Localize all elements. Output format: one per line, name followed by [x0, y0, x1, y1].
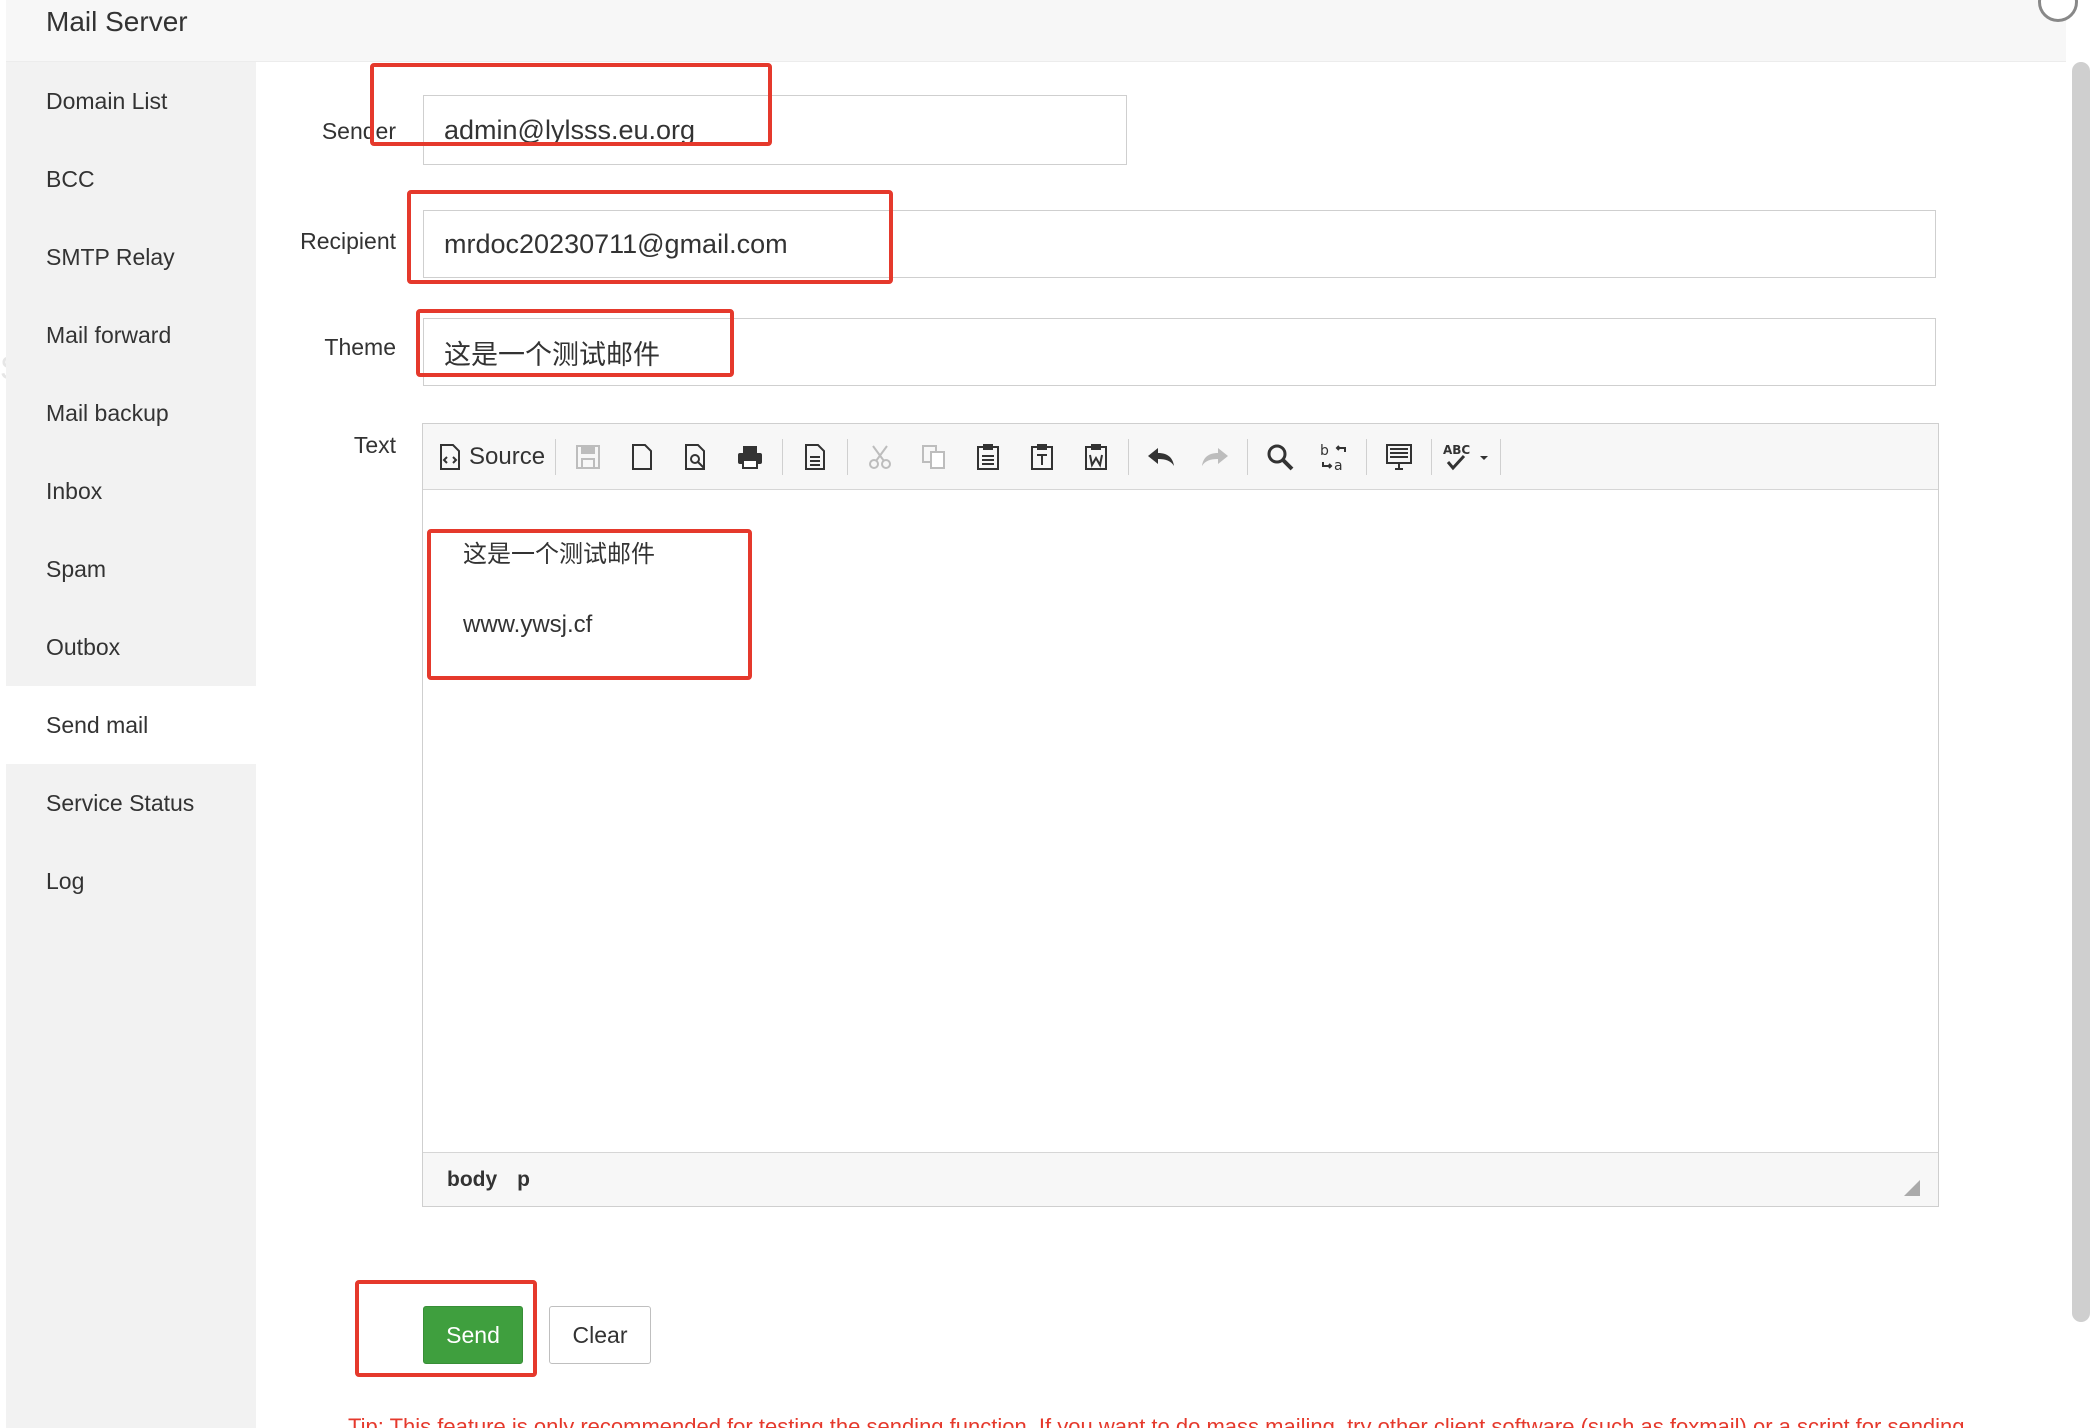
replace-icon: ba	[1320, 443, 1347, 472]
source-button[interactable]: Source	[439, 435, 545, 479]
sidebar-item-service-status[interactable]: Service Status	[6, 764, 256, 842]
svg-text:ABC: ABC	[1443, 443, 1470, 457]
recipient-field[interactable]: mrdoc20230711@gmail.com	[423, 210, 1936, 278]
path-p[interactable]: p	[517, 1168, 530, 1192]
sidebar-item-spam[interactable]: Spam	[6, 530, 256, 608]
replace-button[interactable]: ba	[1312, 435, 1356, 479]
select-all-icon	[1386, 443, 1413, 470]
select-all-button[interactable]	[1377, 435, 1421, 479]
undo-icon	[1148, 447, 1175, 466]
svg-text:a: a	[1334, 458, 1343, 472]
sidebar-item-label: Mail backup	[46, 399, 169, 426]
sender-field[interactable]: admin@lylsss.eu.org	[423, 95, 1127, 165]
preview-button[interactable]	[674, 435, 718, 479]
sender-value: admin@lylsss.eu.org	[444, 114, 696, 145]
svg-text:b: b	[1320, 443, 1329, 459]
tip-text: Tip: This feature is only recommended fo…	[348, 1414, 1965, 1428]
scrollbar[interactable]	[2072, 62, 2090, 1322]
sidebar-item-label: Inbox	[46, 477, 103, 504]
toolbar-separator	[1500, 438, 1502, 475]
editor-content-area[interactable]: 这是一个测试邮件 www.ywsj.cf	[423, 490, 1938, 1152]
print-button[interactable]	[728, 435, 772, 479]
paste-icon	[977, 443, 1000, 470]
editor-paragraph: 这是一个测试邮件	[463, 541, 655, 568]
paste-word-button[interactable]	[1074, 435, 1118, 479]
editor-paragraph: www.ywsj.cf	[463, 611, 593, 638]
paste-text-icon	[1031, 443, 1054, 470]
editor-toolbar: Source b a ABC	[423, 424, 1938, 490]
sidebar-item-mail-forward[interactable]: Mail forward	[6, 296, 256, 374]
rich-text-editor: Source b a ABC 这是一个测试邮件 www.ywsj.cf body…	[422, 423, 1939, 1207]
cut-icon	[869, 444, 892, 469]
sidebar-item-outbox[interactable]: Outbox	[6, 608, 256, 686]
sidebar-item-domain-list[interactable]: Domain List	[6, 62, 256, 140]
sidebar-item-label: Spam	[46, 555, 107, 582]
save-icon	[576, 444, 601, 469]
sidebar-item-label: Mail forward	[46, 321, 172, 348]
copy-button[interactable]	[912, 435, 956, 479]
redo-icon	[1202, 447, 1229, 466]
text-label: Text	[353, 432, 396, 458]
path-body[interactable]: body	[447, 1168, 497, 1192]
subject-field[interactable]: 这是一个测试邮件	[423, 318, 1936, 386]
sidebar-item-label: BCC	[46, 165, 95, 192]
toolbar-separator	[1366, 438, 1368, 475]
recipient-value: mrdoc20230711@gmail.com	[444, 228, 788, 259]
resize-handle-icon[interactable]	[1904, 1180, 1920, 1196]
sidebar-item-send-mail[interactable]: Send mail	[6, 686, 256, 764]
new-page-button[interactable]	[620, 435, 664, 479]
paste-word-icon	[1085, 443, 1108, 470]
templates-icon	[805, 443, 826, 470]
toolbar-separator	[1128, 438, 1130, 475]
preview-icon	[685, 443, 706, 470]
modal-header: Mail Server	[6, 0, 2066, 62]
print-icon	[738, 445, 763, 469]
paste-text-button[interactable]	[1020, 435, 1064, 479]
paste-button[interactable]	[966, 435, 1010, 479]
toolbar-separator	[1247, 438, 1249, 475]
toolbar-separator	[555, 438, 557, 475]
spellcheck-button[interactable]: ABC	[1442, 435, 1490, 479]
sidebar-item-log[interactable]: Log	[6, 842, 256, 920]
toolbar-separator	[1431, 438, 1433, 475]
find-icon	[1267, 444, 1294, 470]
toolbar-separator	[782, 438, 784, 475]
theme-label: Theme	[324, 334, 396, 360]
sidebar-item-smtp-relay[interactable]: SMTP Relay	[6, 218, 256, 296]
copy-icon	[922, 444, 946, 469]
sidebar-item-label: Outbox	[46, 633, 121, 660]
sidebar-item-label: Domain List	[46, 87, 168, 114]
recipient-label: Recipient	[300, 228, 396, 254]
source-label: Source	[469, 442, 546, 470]
subject-value: 这是一个测试邮件	[444, 339, 660, 370]
undo-button[interactable]	[1139, 435, 1183, 479]
modal-title: Mail Server	[46, 6, 188, 37]
source-icon	[440, 443, 460, 470]
send-button[interactable]: Send	[423, 1306, 523, 1364]
sidebar-item-label: Service Status	[46, 789, 195, 816]
editor-element-path: body p	[423, 1152, 1938, 1206]
sidebar-item-mail-backup[interactable]: Mail backup	[6, 374, 256, 452]
sender-label: Sender	[321, 118, 396, 144]
new-page-icon	[632, 443, 653, 470]
sidebar-item-label: Log	[46, 867, 85, 894]
redo-button[interactable]	[1193, 435, 1237, 479]
sidebar-item-label: SMTP Relay	[46, 243, 175, 270]
spellcheck-icon: ABC	[1443, 443, 1489, 470]
save-button[interactable]	[566, 435, 610, 479]
sidebar-item-inbox[interactable]: Inbox	[6, 452, 256, 530]
sidebar: Domain List BCC SMTP Relay Mail forward …	[6, 62, 256, 1428]
clear-button[interactable]: Clear	[549, 1306, 651, 1364]
cut-button[interactable]	[858, 435, 902, 479]
sidebar-item-bcc[interactable]: BCC	[6, 140, 256, 218]
toolbar-separator	[847, 438, 849, 475]
templates-button[interactable]	[793, 435, 837, 479]
find-button[interactable]	[1258, 435, 1302, 479]
sidebar-item-label: Send mail	[46, 711, 149, 738]
